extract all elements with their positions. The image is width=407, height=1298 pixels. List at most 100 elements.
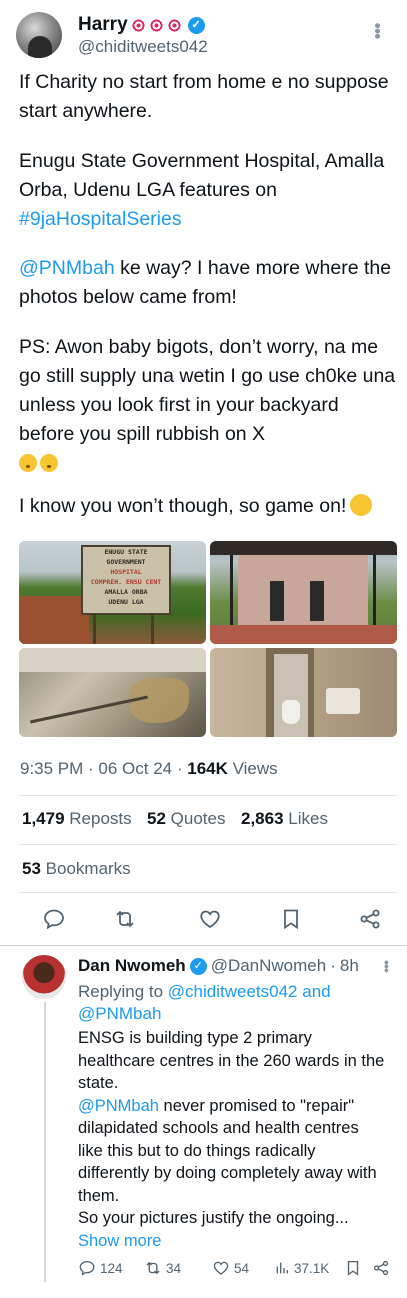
- tweet-text: Enugu State Government Hospital, Amalla …: [19, 150, 385, 201]
- reposts-label: Reposts: [69, 809, 132, 828]
- roof: [210, 541, 397, 555]
- reply-reply-button[interactable]: 124: [78, 1259, 144, 1277]
- tweet-text: I know you won’t though, so game on!: [19, 495, 347, 517]
- reply-author-handle[interactable]: @DanNwomeh: [211, 956, 327, 976]
- mention-link[interactable]: @PNMbah: [78, 1097, 159, 1115]
- tweet-timestamp[interactable]: 9:35 PM · 06 Oct 24 · 164K Views: [20, 759, 278, 779]
- author-name[interactable]: Harry: [78, 14, 128, 36]
- toilet-room: [274, 654, 308, 737]
- reply-time[interactable]: 8h: [340, 956, 359, 976]
- reply-more-options-icon[interactable]: •••: [379, 960, 395, 972]
- sink: [326, 688, 360, 714]
- pillar: [230, 555, 233, 630]
- shushing-face-icon: [19, 454, 37, 472]
- quotes-label: Quotes: [170, 809, 226, 828]
- replying-to: Replying to @chiditweets042 and @PNMbah: [78, 981, 378, 1025]
- sign-post: [151, 613, 154, 644]
- tweet-paragraph: I know you won’t though, so game on!: [19, 492, 399, 521]
- photo-toilet[interactable]: [210, 648, 397, 737]
- reply-text: ENSG is building type 2 primary healthca…: [78, 1027, 388, 1252]
- reply-reposts-count: 34: [166, 1260, 182, 1276]
- sign-line: AMALLA ORBA: [104, 588, 148, 596]
- reposts-count: 1,479: [22, 809, 65, 828]
- share-icon[interactable]: [358, 907, 382, 931]
- reply-repost-button[interactable]: 34: [144, 1259, 212, 1277]
- mention-link[interactable]: @PNMbah: [19, 257, 115, 279]
- replying-and[interactable]: and: [302, 982, 330, 1001]
- tweet-paragraph: @PNMbah ke way? I have more where the ph…: [19, 254, 399, 312]
- photo-building[interactable]: [210, 541, 397, 644]
- shushing-face-icon: [40, 454, 58, 472]
- bookmark-icon[interactable]: [279, 907, 303, 931]
- target-icon: [166, 17, 182, 33]
- tweet-text: PS: Awon baby bigots, don’t worry, na me…: [19, 336, 396, 445]
- door: [270, 581, 284, 621]
- tweet-time: 9:35 PM: [20, 759, 84, 778]
- reply-likes-count: 54: [234, 1260, 250, 1276]
- floor: [210, 625, 397, 644]
- views-label: Views: [232, 759, 278, 778]
- target-icon: [148, 17, 164, 33]
- sign-board: ENUGU STATE GOVERNMENT HOSPITAL COMPREH.…: [81, 545, 171, 615]
- likes-count: 2,863: [241, 809, 284, 828]
- bookmarks-stat[interactable]: 53 Bookmarks: [22, 859, 131, 879]
- reply-author-name[interactable]: Dan Nwomeh: [78, 956, 186, 976]
- separator-dot: ·: [330, 956, 336, 975]
- thread-divider: [0, 945, 407, 946]
- replying-prefix: Replying to: [78, 982, 164, 1001]
- tweet-paragraph: PS: Awon baby bigots, don’t worry, na me…: [19, 333, 399, 478]
- show-more-link[interactable]: Show more: [78, 1230, 388, 1253]
- reply-paragraph: @PNMbah never promised to "repair" dilap…: [78, 1095, 388, 1208]
- photo-signboard[interactable]: ENUGU STATE GOVERNMENT HOSPITAL COMPREH.…: [19, 541, 206, 644]
- reply-views-button[interactable]: 37.1K: [274, 1260, 344, 1276]
- photo-ceiling[interactable]: [19, 648, 206, 737]
- author-handle[interactable]: @chiditweets042: [78, 37, 208, 57]
- steam-face-icon: [350, 494, 373, 516]
- sign-post: [93, 613, 96, 644]
- bookmarks-count: 53: [22, 859, 41, 878]
- sign-line: COMPREH. ENSU CENT: [90, 578, 162, 586]
- repost-icon[interactable]: [113, 907, 137, 931]
- quotes-stat[interactable]: 52 Quotes: [147, 809, 225, 829]
- tweet-paragraph: Enugu State Government Hospital, Amalla …: [19, 147, 399, 234]
- building-wall: [238, 555, 368, 627]
- divider: [19, 844, 397, 845]
- divider: [19, 795, 397, 796]
- verified-badge-icon: ✓: [189, 957, 207, 975]
- toilet: [282, 700, 300, 724]
- hashtag-link[interactable]: #9jaHospitalSeries: [19, 208, 182, 230]
- sign-line: HOSPITAL: [110, 568, 142, 576]
- target-icon: [130, 17, 146, 33]
- sign-line: UDENU LGA: [108, 598, 144, 606]
- reposts-stat[interactable]: 1,479 Reposts: [22, 809, 132, 829]
- replying-mention[interactable]: @chiditweets042: [168, 982, 298, 1001]
- quotes-count: 52: [147, 809, 166, 828]
- reply-actions: 124 34 54 37.1K: [78, 1259, 390, 1277]
- reply-icon[interactable]: [42, 907, 66, 931]
- reply-views-count: 37.1K: [294, 1260, 330, 1276]
- ceiling-board: [19, 648, 206, 672]
- verified-badge-icon: ✓: [187, 16, 205, 34]
- like-icon[interactable]: [198, 907, 222, 931]
- views-icon: [276, 1262, 288, 1274]
- bookmark-icon[interactable]: [344, 1259, 362, 1277]
- author-avatar[interactable]: [16, 12, 62, 58]
- replying-mention[interactable]: @PNMbah: [78, 1004, 161, 1023]
- door: [310, 581, 324, 621]
- like-icon: [213, 1261, 229, 1275]
- likes-stat[interactable]: 2,863 Likes: [241, 809, 328, 829]
- reply-paragraph: So your pictures justify the ongoing...: [78, 1209, 349, 1227]
- share-icon[interactable]: [372, 1259, 390, 1277]
- dirt-road: [19, 596, 89, 644]
- likes-label: Likes: [288, 809, 328, 828]
- author-name-row[interactable]: Harry ✓: [78, 14, 205, 36]
- sign-line: GOVERNMENT: [106, 558, 146, 566]
- sign-line: ENUGU STATE: [104, 548, 148, 556]
- reply-author-row[interactable]: Dan Nwomeh ✓ @DanNwomeh · 8h: [78, 956, 359, 976]
- reply-like-button[interactable]: 54: [212, 1259, 274, 1277]
- reply-author-avatar[interactable]: [22, 955, 66, 999]
- more-options-icon[interactable]: •••: [366, 23, 387, 39]
- views-count: 164K: [187, 759, 228, 778]
- thread-line: [44, 1002, 46, 1282]
- tweet-date: 06 Oct 24: [98, 759, 173, 778]
